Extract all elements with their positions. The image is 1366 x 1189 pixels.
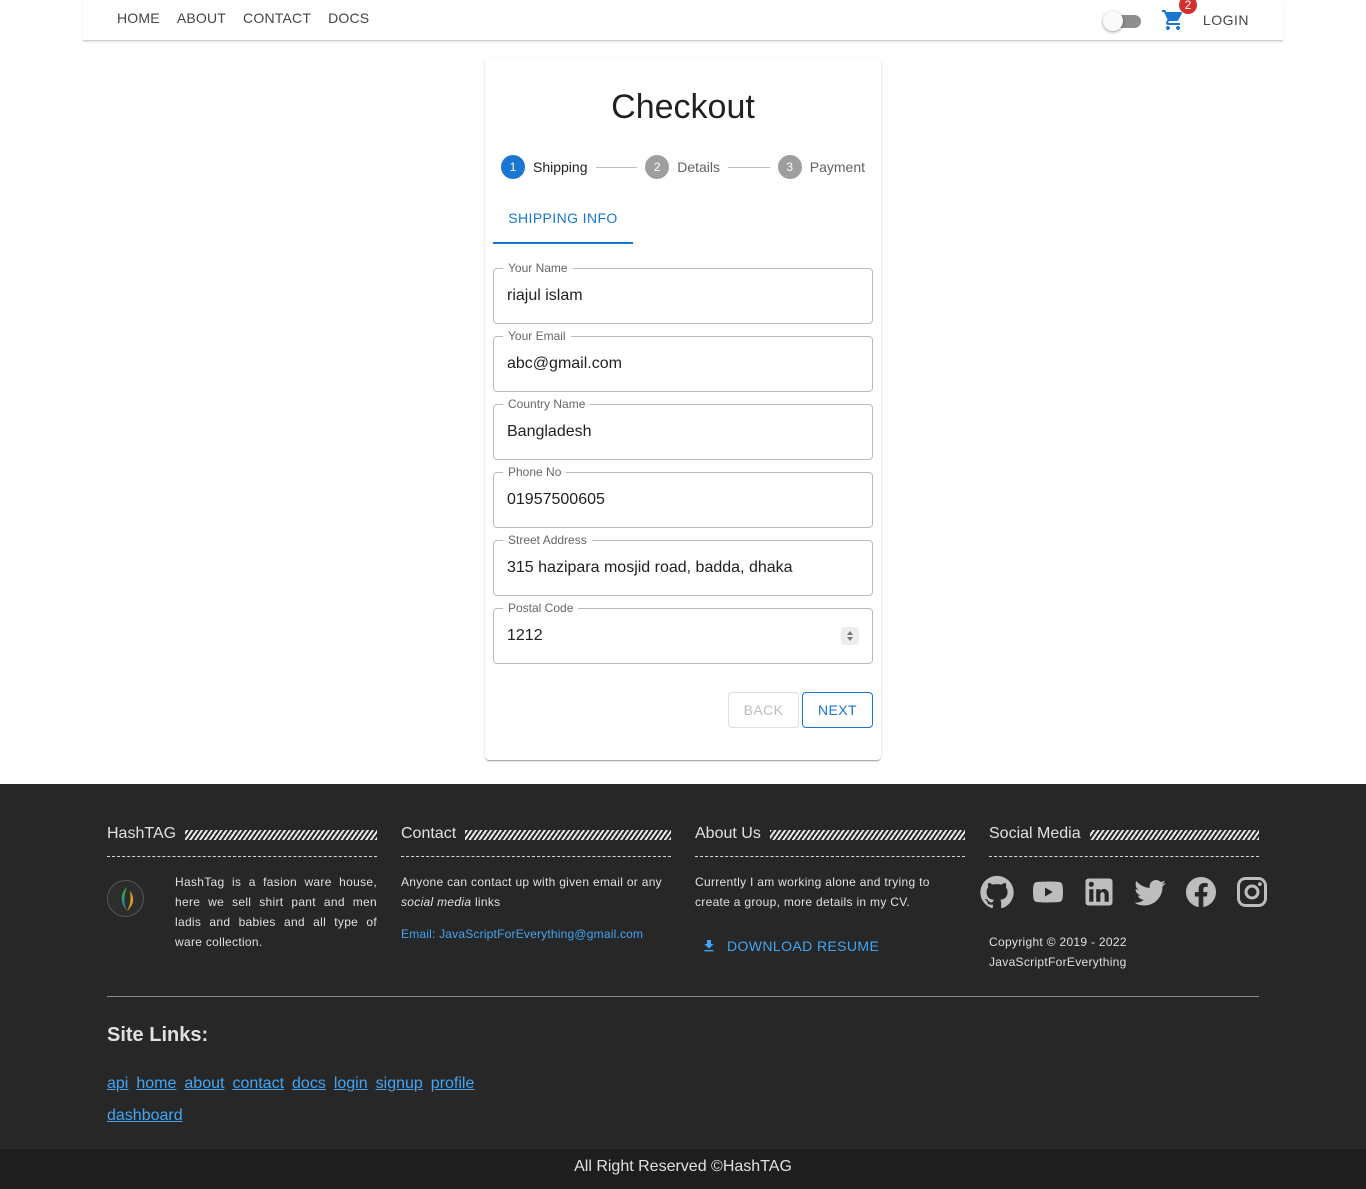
step-number: 1: [501, 155, 525, 179]
footer-column-header: Contact: [401, 824, 671, 857]
contact-email-link[interactable]: Email: JavaScriptForEverything@gmail.com: [401, 927, 643, 941]
github-icon[interactable]: [979, 874, 1015, 910]
name-input[interactable]: [507, 269, 847, 323]
facebook-icon[interactable]: [1183, 874, 1219, 910]
next-button[interactable]: NEXT: [802, 692, 873, 728]
spinner-up-icon[interactable]: [847, 631, 853, 635]
copyright-text: Copyright © 2019 - 2022 JavaScriptForEve…: [989, 932, 1259, 972]
footer-about-title: About Us: [695, 825, 761, 842]
nav-links: HOME ABOUT CONTACT DOCS: [117, 10, 386, 26]
step-shipping: 1 Shipping: [501, 155, 588, 179]
back-button[interactable]: BACK: [728, 692, 799, 728]
country-input[interactable]: [507, 405, 847, 459]
top-navbar: HOME ABOUT CONTACT DOCS 2 LOGIN: [83, 0, 1283, 41]
login-button[interactable]: LOGIN: [1203, 12, 1249, 28]
footer-social-column: Social Media Copyright © 2019 - 2022 Jav…: [980, 824, 1267, 969]
tab-shipping-info[interactable]: SHIPPING INFO: [493, 196, 633, 244]
footer-social-title: Social Media: [989, 825, 1081, 842]
nav-home-link[interactable]: HOME: [117, 10, 160, 26]
site-link-about[interactable]: about: [184, 1068, 224, 1100]
nav-contact-link[interactable]: CONTACT: [243, 10, 311, 26]
toggle-thumb: [1102, 11, 1123, 31]
street-address-input[interactable]: [507, 541, 847, 595]
name-field: Your Name: [493, 260, 873, 324]
download-icon: [704, 940, 714, 952]
footer-hashtag-title: HashTAG: [107, 825, 177, 842]
email-field: Your Email: [493, 328, 873, 392]
contact-description-text: Anyone can contact up with given email o…: [401, 875, 662, 889]
checkout-card: Checkout 1 Shipping 2 Details 3 Payment …: [485, 58, 881, 760]
checkout-title: Checkout: [611, 88, 755, 126]
footer-contact-title: Contact: [401, 825, 457, 842]
about-description: Currently I am working alone and trying …: [695, 875, 930, 909]
instagram-icon[interactable]: [1234, 874, 1270, 910]
copyright-line-1: Copyright © 2019 - 2022: [989, 935, 1127, 949]
contact-description-emphasis: social media: [401, 895, 472, 909]
phone-input[interactable]: [507, 473, 847, 527]
footer-column-header: Social Media: [989, 824, 1259, 857]
site-link-api[interactable]: api: [107, 1068, 128, 1100]
contact-description-text-end: links: [471, 895, 501, 909]
site-links-title: Site Links:: [107, 1024, 209, 1046]
youtube-icon[interactable]: [1030, 874, 1066, 910]
download-resume-button[interactable]: DOWNLOAD RESUME: [695, 934, 879, 958]
header-stripes-decoration: [769, 830, 965, 840]
social-icons: [979, 874, 1285, 910]
header-stripes-decoration: [465, 830, 671, 840]
step-details: 2 Details: [645, 155, 720, 179]
site-link-home[interactable]: home: [136, 1068, 176, 1100]
nav-docs-link[interactable]: DOCS: [328, 10, 369, 26]
nav-actions: 2 LOGIN: [1102, 0, 1249, 40]
footer-contact-column: Contact Anyone can contact up with given…: [401, 824, 671, 941]
twitter-icon[interactable]: [1132, 874, 1168, 910]
site-link-docs[interactable]: docs: [292, 1068, 326, 1100]
site-link-contact[interactable]: contact: [232, 1068, 284, 1100]
step-label: Payment: [809, 159, 866, 175]
contact-description: Anyone can contact up with given email o…: [401, 872, 671, 912]
postal-code-field: Postal Code: [493, 600, 873, 664]
step-payment: 3 Payment: [777, 155, 866, 179]
step-number: 2: [645, 155, 670, 179]
footer-about-column: About Us Currently I am working alone an…: [695, 824, 965, 954]
cart-count-badge: 2: [1178, 0, 1197, 14]
download-resume-label: DOWNLOAD RESUME: [727, 938, 880, 954]
step-label: Shipping: [533, 159, 588, 175]
site-link-dashboard[interactable]: dashboard: [107, 1100, 183, 1132]
copyright-line-2: JavaScriptForEverything: [989, 955, 1127, 969]
header-stripes-decoration: [185, 830, 377, 840]
header-stripes-decoration: [1089, 830, 1259, 840]
spinner-down-icon[interactable]: [847, 637, 853, 641]
site-footer: HashTAG HashTag is a fasion ware house, …: [0, 784, 1366, 1149]
postal-code-input[interactable]: [507, 609, 847, 663]
country-field: Country Name: [493, 396, 873, 460]
footer-hashtag-column: HashTAG HashTag is a fasion ware house, …: [107, 824, 377, 949]
footer-column-header: About Us: [695, 824, 965, 857]
cart-button[interactable]: 2: [1161, 0, 1197, 32]
checkout-stepper: 1 Shipping 2 Details 3 Payment: [501, 155, 865, 179]
footer-column-header: HashTAG: [107, 824, 377, 857]
number-spinner[interactable]: [841, 627, 859, 645]
street-address-field: Street Address: [493, 532, 873, 596]
step-label: Details: [677, 159, 721, 175]
step-connector: [728, 166, 770, 168]
theme-toggle-switch[interactable]: [1102, 10, 1141, 31]
site-links: api home about contact docs login signup…: [107, 1068, 497, 1132]
phone-field: Phone No: [493, 464, 873, 528]
site-link-signup[interactable]: signup: [376, 1068, 423, 1100]
site-link-profile[interactable]: profile: [431, 1068, 475, 1100]
bottom-copyright-bar: All Right Reserved ©HashTAG: [0, 1149, 1366, 1189]
hashtag-logo: [107, 880, 144, 917]
email-input[interactable]: [507, 337, 847, 391]
site-link-login[interactable]: login: [334, 1068, 368, 1100]
footer-divider: [107, 996, 1259, 997]
step-number: 3: [777, 155, 802, 179]
step-connector: [595, 166, 638, 168]
nav-about-link[interactable]: ABOUT: [177, 10, 226, 26]
hashtag-description: HashTag is a fasion ware house, here we …: [175, 875, 377, 949]
linkedin-icon[interactable]: [1081, 874, 1117, 910]
